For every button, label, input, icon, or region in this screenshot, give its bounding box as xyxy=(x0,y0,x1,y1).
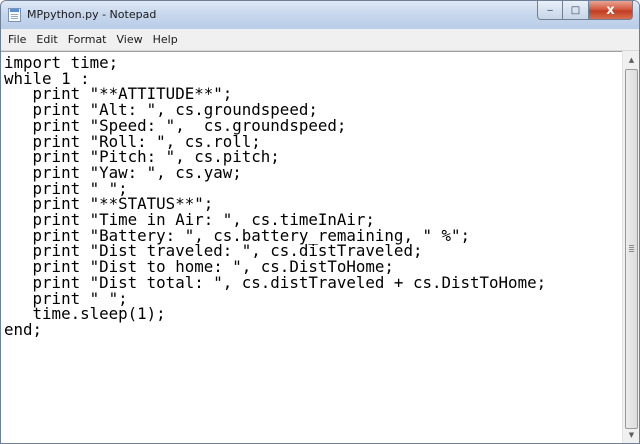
menu-help[interactable]: Help xyxy=(148,33,183,46)
notepad-icon xyxy=(8,8,21,22)
code-line: end; xyxy=(4,319,43,339)
menu-format[interactable]: Format xyxy=(63,33,112,46)
notepad-window: MPpython.py - Notepad ‒ □ x File Edit Fo… xyxy=(0,0,640,444)
close-button[interactable]: x xyxy=(589,1,633,20)
close-icon: x xyxy=(606,2,615,18)
scroll-down-icon: ▼ xyxy=(628,430,635,439)
menu-view[interactable]: View xyxy=(112,33,148,46)
minimize-button[interactable]: ‒ xyxy=(537,1,563,20)
scroll-up-icon: ▲ xyxy=(628,55,635,64)
vertical-scrollbar[interactable]: ▲ ▼ xyxy=(622,51,639,443)
minimize-icon: ‒ xyxy=(546,4,554,16)
editor-text: import time; while 1 : print "**ATTITUDE*… xyxy=(1,52,622,338)
window-title: MPpython.py - Notepad xyxy=(27,8,157,21)
scroll-thumb[interactable] xyxy=(625,69,638,429)
maximize-button[interactable]: □ xyxy=(563,1,589,20)
grip-icon xyxy=(629,245,634,246)
menu-file[interactable]: File xyxy=(1,33,31,46)
scroll-down-button[interactable]: ▼ xyxy=(623,426,639,443)
text-editor[interactable]: import time; while 1 : print "**ATTITUDE*… xyxy=(1,51,622,443)
scroll-up-button[interactable]: ▲ xyxy=(623,51,639,68)
maximize-icon: □ xyxy=(570,4,581,16)
menu-edit[interactable]: Edit xyxy=(31,33,62,46)
code-line: import time; xyxy=(4,53,119,72)
menu-bar: File Edit Format View Help xyxy=(1,29,639,51)
code-line: time.sleep(1); xyxy=(4,304,166,324)
title-bar[interactable]: MPpython.py - Notepad ‒ □ x xyxy=(1,1,639,29)
caption-buttons: ‒ □ x xyxy=(537,1,633,20)
